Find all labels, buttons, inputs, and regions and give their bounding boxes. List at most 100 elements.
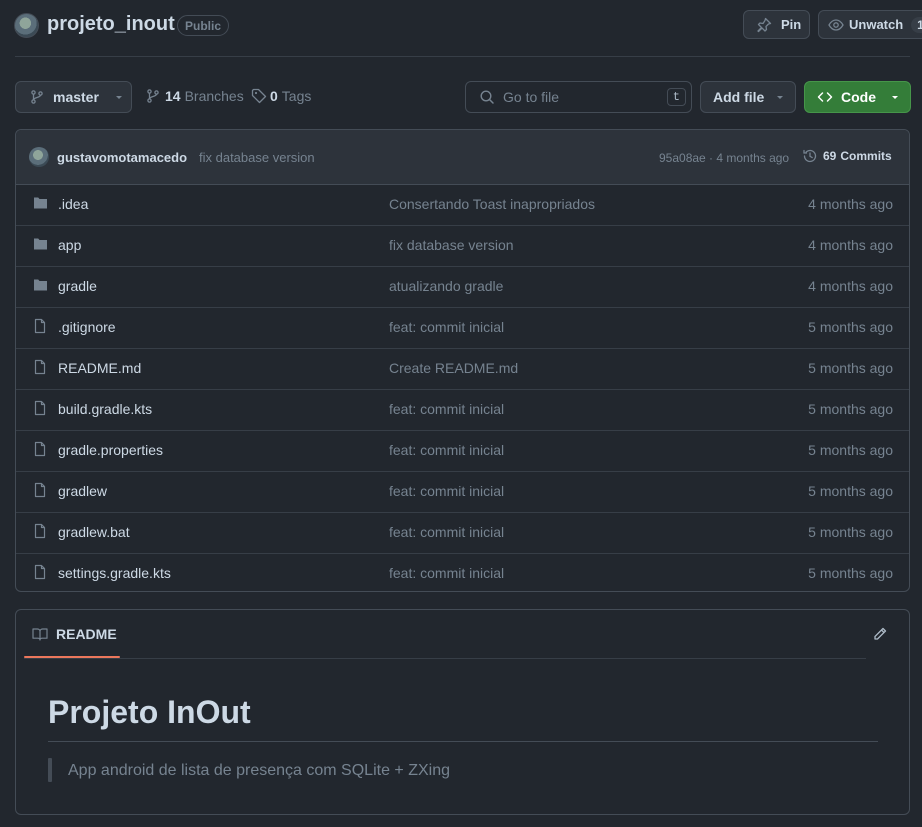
file-name[interactable]: gradlew.bat — [58, 524, 130, 540]
file-commit-date: 5 months ago — [808, 565, 893, 581]
add-file-label: Add file — [713, 89, 765, 105]
file-commit-message[interactable]: atualizando gradle — [389, 278, 503, 294]
file-row[interactable]: app fix database version 4 months ago — [16, 225, 909, 267]
file-name[interactable]: README.md — [58, 360, 141, 376]
file-icon — [32, 318, 48, 334]
file-commit-message[interactable]: feat: commit inicial — [389, 483, 504, 499]
go-to-file-input[interactable]: Go to file t — [465, 81, 692, 113]
readme-tab[interactable]: README — [32, 626, 117, 642]
file-commit-date: 5 months ago — [808, 319, 893, 335]
file-row[interactable]: build.gradle.kts feat: commit inicial 5 mo… — [16, 389, 909, 431]
file-name[interactable]: gradle — [58, 278, 97, 294]
readme-title: Projeto InOut — [48, 694, 251, 730]
branch-name: master — [53, 89, 99, 105]
file-commit-message[interactable]: Consertando Toast inapropriados — [389, 196, 595, 212]
commits-label: Commits — [840, 149, 892, 163]
unwatch-label: Unwatch — [849, 17, 904, 32]
watch-count: 1 — [911, 16, 922, 33]
readme-blockquote: App android de lista de presença com SQL… — [68, 762, 450, 779]
file-commit-message[interactable]: fix database version — [389, 237, 514, 253]
file-icon — [32, 400, 48, 416]
readme-panel: README Projeto InOut App android de list… — [15, 609, 910, 815]
tags-count: 0 — [270, 88, 278, 104]
folder-icon — [32, 195, 49, 211]
add-file-button[interactable]: Add file — [700, 81, 796, 113]
folder-icon — [32, 277, 49, 293]
eye-icon — [828, 17, 844, 33]
file-commit-date: 5 months ago — [808, 442, 893, 458]
readme-tab-label: README — [56, 626, 117, 642]
pin-icon — [756, 17, 772, 33]
file-row[interactable]: gradle.properties feat: commit inicial 5 m… — [16, 430, 909, 472]
commit-message[interactable]: fix database version — [199, 150, 315, 165]
git-branch-icon — [145, 88, 161, 104]
repo-name[interactable]: projeto_inout — [47, 13, 175, 36]
pencil-icon[interactable] — [872, 626, 888, 642]
commits-count: 69 — [823, 149, 837, 163]
latest-commit-bar: gustavomotamacedo fix database version 9… — [16, 130, 909, 185]
file-commit-message[interactable]: feat: commit inicial — [389, 442, 504, 458]
header-divider — [15, 56, 910, 57]
branch-selector[interactable]: master — [15, 81, 132, 113]
author-avatar[interactable] — [29, 147, 49, 167]
file-row[interactable]: settings.gradle.kts feat: commit inicial 5… — [16, 553, 909, 591]
file-row[interactable]: gradle atualizando gradle 4 months ago — [16, 266, 909, 308]
file-commit-message[interactable]: feat: commit inicial — [389, 319, 504, 335]
file-name[interactable]: .idea — [58, 196, 88, 212]
file-icon — [32, 441, 48, 457]
file-commit-message[interactable]: feat: commit inicial — [389, 524, 504, 540]
file-commit-message[interactable]: Create README.md — [389, 360, 518, 376]
tags-label: Tags — [281, 88, 312, 104]
caret-down-icon — [114, 92, 124, 102]
folder-icon — [32, 236, 49, 252]
tags-link[interactable]: 0 Tags — [251, 88, 311, 104]
file-table: gustavomotamacedo fix database version 9… — [15, 129, 910, 592]
file-row[interactable]: .idea Consertando Toast inapropriados 4 mo… — [16, 184, 909, 226]
commit-author[interactable]: gustavomotamacedo — [57, 150, 187, 165]
file-row[interactable]: gradlew feat: commit inicial 5 months ago — [16, 471, 909, 513]
file-row[interactable]: .gitignore feat: commit inicial 5 months a… — [16, 307, 909, 349]
code-icon — [817, 89, 833, 105]
file-commit-date: 5 months ago — [808, 401, 893, 417]
file-row[interactable]: gradlew.bat feat: commit inicial 5 months … — [16, 512, 909, 554]
file-commit-date: 5 months ago — [808, 360, 893, 376]
unwatch-button[interactable]: Unwatch 1 — [818, 10, 922, 39]
tag-icon — [251, 88, 267, 104]
caret-down-icon — [890, 92, 900, 102]
branches-count: 14 — [165, 88, 181, 104]
branches-label: Branches — [184, 88, 244, 104]
caret-down-icon — [775, 92, 785, 102]
code-label: Code — [841, 89, 876, 105]
file-name[interactable]: gradlew — [58, 483, 107, 499]
code-button[interactable]: Code — [804, 81, 911, 113]
branches-link[interactable]: 14 Branches — [145, 88, 244, 104]
file-name[interactable]: build.gradle.kts — [58, 401, 152, 417]
file-row[interactable]: README.md Create README.md 5 months ago — [16, 348, 909, 390]
file-commit-date: 4 months ago — [808, 196, 893, 212]
file-icon — [32, 564, 48, 580]
visibility-badge: Public — [177, 15, 230, 36]
book-icon — [32, 626, 48, 642]
pin-label: Pin — [781, 17, 802, 32]
search-icon — [479, 89, 495, 105]
file-commit-date: 5 months ago — [808, 524, 893, 540]
file-name[interactable]: app — [58, 237, 81, 253]
file-icon — [32, 482, 48, 498]
file-icon — [32, 523, 48, 539]
readme-tab-divider — [24, 658, 866, 659]
file-commit-message[interactable]: feat: commit inicial — [389, 401, 504, 417]
file-name[interactable]: gradle.properties — [58, 442, 163, 458]
owner-avatar[interactable] — [14, 13, 39, 38]
file-icon — [32, 359, 48, 375]
file-name[interactable]: .gitignore — [58, 319, 116, 335]
file-name[interactable]: settings.gradle.kts — [58, 565, 171, 581]
commit-hash-time[interactable]: 95a08ae · 4 months ago — [659, 151, 789, 165]
file-commit-date: 4 months ago — [808, 278, 893, 294]
go-to-file-placeholder: Go to file — [503, 89, 560, 105]
blockquote-bar — [48, 758, 52, 782]
shortcut-key: t — [666, 88, 686, 106]
file-commit-date: 5 months ago — [808, 483, 893, 499]
commits-link[interactable]: 69 Commits — [802, 148, 892, 164]
pin-button[interactable]: Pin — [743, 10, 810, 39]
file-commit-message[interactable]: feat: commit inicial — [389, 565, 504, 581]
